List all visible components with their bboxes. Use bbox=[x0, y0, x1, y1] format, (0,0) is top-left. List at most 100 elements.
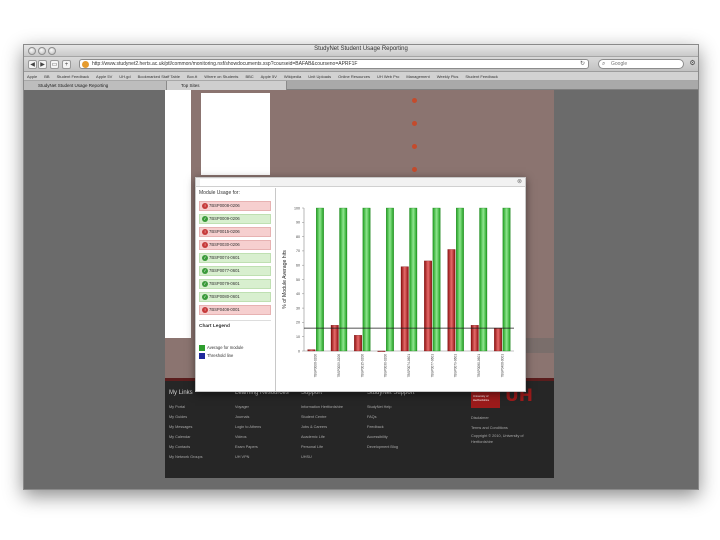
student-bar bbox=[470, 325, 479, 352]
module-item[interactable]: ! 7BSP0008-0206 bbox=[199, 201, 271, 211]
y-tick-label: 10 bbox=[296, 335, 300, 339]
url-text: http://www.studynet2.herts.ac.uk/ptl/com… bbox=[92, 61, 358, 67]
terms-link[interactable]: Terms and Conditions bbox=[471, 423, 551, 433]
title-bar: StudyNet Student Usage Reporting bbox=[24, 45, 698, 57]
search-placeholder: Google bbox=[611, 61, 628, 67]
module-code: 7BSP0408-0001 bbox=[209, 307, 240, 312]
page-sidebar bbox=[165, 90, 191, 338]
footer-link[interactable]: Exam Papers bbox=[235, 442, 289, 452]
module-code: 7BSP0008-0206 bbox=[209, 203, 240, 208]
tab-bar: StudyNet Student Usage Reporting Top Sit… bbox=[24, 81, 698, 90]
footer-link[interactable]: Accessibility bbox=[367, 432, 414, 442]
footer-link[interactable]: Information Hertfordshire bbox=[301, 402, 343, 412]
module-item[interactable]: ! 7BSP0408-0001 bbox=[199, 305, 271, 315]
reload-icon[interactable]: ↻ bbox=[580, 60, 585, 68]
module-item[interactable]: ! 7BSP0015-0206 bbox=[199, 227, 271, 237]
module-code: 7BSP0030-0206 bbox=[209, 242, 240, 247]
usage-chart-svg: 0 10 20 30 40 50 60 70 80 90 100 % of Module Averag… bbox=[282, 206, 514, 378]
footer-link[interactable]: Journals bbox=[235, 412, 289, 422]
footer-link[interactable]: Academic Life bbox=[301, 432, 343, 442]
module-code: 7BSP0080-0601 bbox=[209, 294, 240, 299]
bookmark-item[interactable]: Bookmarked Staff Table bbox=[138, 74, 180, 79]
module-list-panel: Module Usage for: ! 7BSP0008-0206 ✓ 7BSP… bbox=[199, 189, 271, 384]
footer-link[interactable]: Videos bbox=[235, 432, 289, 442]
student-bar bbox=[494, 327, 502, 352]
bookmark-item[interactable]: UH Web Pro bbox=[377, 74, 399, 79]
bookmark-item[interactable]: Wikipedia bbox=[284, 74, 301, 79]
bookmark-item[interactable]: UH.gd bbox=[119, 74, 130, 79]
tab-top-sites[interactable]: Top Sites bbox=[167, 81, 287, 90]
footer-link[interactable]: Development Blog bbox=[367, 442, 414, 452]
footer-link[interactable]: UHSU bbox=[301, 452, 343, 462]
student-bar bbox=[307, 349, 316, 352]
bookmark-item[interactable]: Unit Uploads bbox=[308, 74, 331, 79]
footer-link[interactable]: Feedback bbox=[367, 422, 414, 432]
back-button[interactable]: ◀ bbox=[28, 60, 37, 69]
module-item[interactable]: ✓ 7BSP0080-0601 bbox=[199, 292, 271, 302]
usage-chart: 0 10 20 30 40 50 60 70 80 90 100 % of Module Averag… bbox=[275, 188, 524, 391]
module-item[interactable]: ✓ 7BSP0077-0601 bbox=[199, 266, 271, 276]
bookmark-item[interactable]: Apple bbox=[27, 74, 37, 79]
bookmark-item[interactable]: BB bbox=[44, 74, 49, 79]
bookmark-item[interactable]: Management bbox=[406, 74, 429, 79]
display-button[interactable]: ▭ bbox=[50, 60, 59, 69]
module-item[interactable]: ✓ 7BSP0079-0601 bbox=[199, 279, 271, 289]
bookmark-item[interactable]: Student Feedback bbox=[465, 74, 497, 79]
footer-link[interactable]: Voyager bbox=[235, 402, 289, 412]
bookmark-item[interactable]: Box.tt bbox=[187, 74, 197, 79]
bookmark-item[interactable]: Weekly Pics bbox=[437, 74, 459, 79]
disclaimer-link[interactable]: Disclaimer bbox=[471, 413, 551, 423]
footer-column-support: Support Information Hertfordshire Studen… bbox=[301, 390, 343, 462]
footer-link[interactable]: FAQs bbox=[367, 412, 414, 422]
address-bar[interactable]: http://www.studynet2.herts.ac.uk/ptl/com… bbox=[79, 59, 589, 69]
footer-column-my-links: My Links My Portal My Guides My Messages… bbox=[169, 390, 203, 462]
footer-link[interactable]: UH VPN bbox=[235, 452, 289, 462]
bookmark-item[interactable]: Online Resources bbox=[338, 74, 370, 79]
x-tick-label: 7BSP0077-0601 bbox=[430, 354, 434, 378]
dialog-header: ⊗ bbox=[196, 178, 525, 187]
add-bookmark-button[interactable]: + bbox=[62, 60, 71, 69]
tab-usage-reporting[interactable]: StudyNet Student Usage Reporting bbox=[24, 81, 167, 90]
footer-link[interactable]: Jobs & Careers bbox=[301, 422, 343, 432]
legend-label: Threshold line bbox=[207, 353, 234, 358]
gear-icon[interactable]: ⚙ bbox=[688, 60, 697, 69]
check-icon: ✓ bbox=[202, 281, 208, 287]
x-tick-label: 7BSP0009-0206 bbox=[337, 354, 341, 378]
close-icon[interactable]: ⊗ bbox=[517, 178, 522, 185]
bookmark-item[interactable]: Apple 5V bbox=[261, 74, 277, 79]
module-item[interactable]: ! 7BSP0030-0206 bbox=[199, 240, 271, 250]
y-tick-label: 60 bbox=[296, 264, 300, 268]
module-item[interactable]: ✓ 7BSP0009-0206 bbox=[199, 214, 271, 224]
average-bar bbox=[502, 207, 511, 352]
y-tick-label: 90 bbox=[296, 221, 300, 225]
footer-link[interactable]: My Guides bbox=[169, 412, 203, 422]
footer-link[interactable]: My Contacts bbox=[169, 442, 203, 452]
check-icon: ✓ bbox=[202, 268, 208, 274]
y-tick-label: 80 bbox=[296, 235, 300, 239]
footer-link[interactable]: Login to Athens bbox=[235, 422, 289, 432]
legend-item-threshold: Threshold line bbox=[199, 352, 271, 360]
bullet-icon bbox=[412, 98, 417, 103]
alert-icon: ! bbox=[202, 229, 208, 235]
student-bar bbox=[400, 266, 409, 352]
x-tick-label: 7BSP0030-0206 bbox=[384, 354, 388, 378]
module-item[interactable]: ✓ 7BSP0074-0601 bbox=[199, 253, 271, 263]
footer-link[interactable]: My Calendar bbox=[169, 432, 203, 442]
forward-button[interactable]: ▶ bbox=[38, 60, 47, 69]
footer-link[interactable]: My Network Groups bbox=[169, 452, 203, 462]
dialog-tab bbox=[200, 179, 260, 186]
copyright-text: Copyright © 2010, University of Hertford… bbox=[471, 434, 524, 444]
chart-legend-title: Chart Legend bbox=[199, 320, 271, 329]
footer-link[interactable]: My Portal bbox=[169, 402, 203, 412]
footer-link[interactable]: StudyNet Help bbox=[367, 402, 414, 412]
bookmark-item[interactable]: Student Feedback bbox=[57, 74, 89, 79]
footer-link[interactable]: Student Centre bbox=[301, 412, 343, 422]
footer-link[interactable]: Personal Life bbox=[301, 442, 343, 452]
footer-link[interactable]: My Messages bbox=[169, 422, 203, 432]
search-input[interactable]: ⌕ Google bbox=[598, 59, 684, 69]
bookmark-item[interactable]: BBC bbox=[245, 74, 253, 79]
bookmark-item[interactable]: Where on Students bbox=[204, 74, 238, 79]
student-bar bbox=[330, 325, 339, 352]
module-code: 7BSP0079-0601 bbox=[209, 281, 240, 286]
bookmark-item[interactable]: Apple 5V bbox=[96, 74, 112, 79]
